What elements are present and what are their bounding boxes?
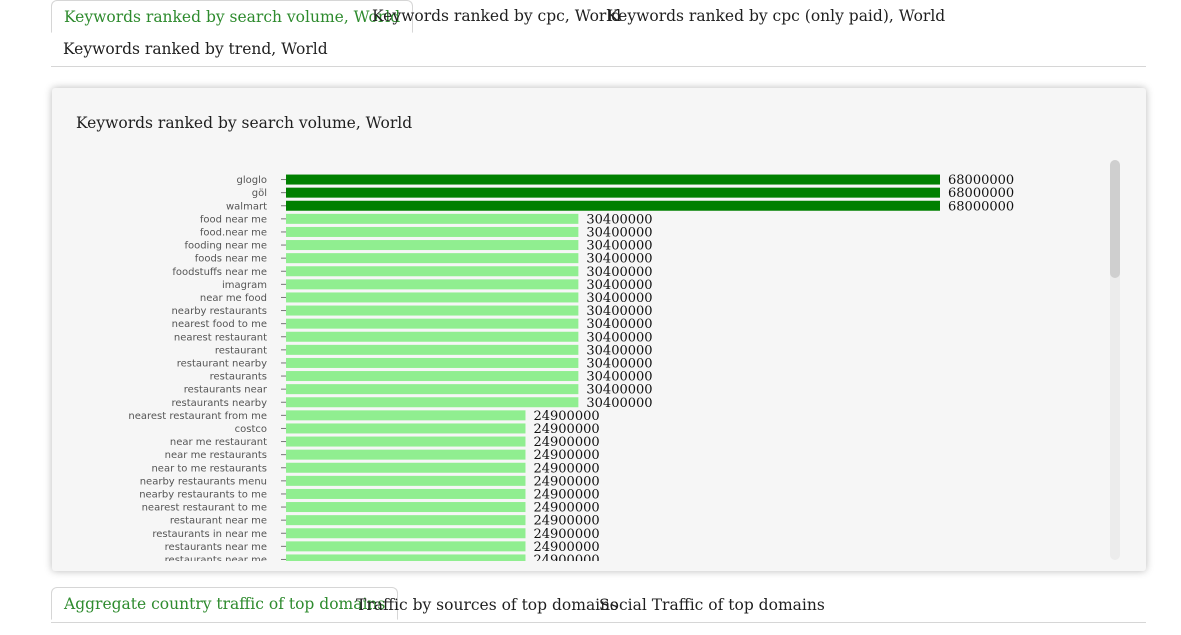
bar-category-label: restaurants near me — [165, 555, 267, 561]
chart-scrollbar[interactable] — [1110, 160, 1120, 560]
bar-category-label: costco — [235, 424, 267, 435]
bar-value-label: 68000000 — [948, 199, 1014, 214]
bar[interactable] — [286, 240, 579, 251]
bar[interactable] — [286, 554, 526, 561]
bar[interactable] — [286, 384, 579, 395]
bar-category-label: restaurant nearby — [177, 358, 267, 369]
tab-trend[interactable]: Keywords ranked by trend, World — [51, 33, 340, 66]
bar-category-label: food near me — [200, 214, 267, 225]
bar-category-label: foodstuffs near me — [172, 267, 267, 278]
bar[interactable] — [286, 423, 526, 434]
bar[interactable] — [286, 266, 579, 277]
bar[interactable] — [286, 410, 526, 421]
tab-search-volume[interactable]: Keywords ranked by search volume, World — [51, 0, 414, 33]
bar-category-label: gloglo — [237, 175, 268, 186]
bar-category-label: restaurants near — [184, 385, 268, 396]
bar[interactable] — [286, 436, 526, 447]
bar-category-label: near me restaurants — [165, 450, 267, 461]
bar-category-label: nearest restaurant from me — [128, 411, 267, 422]
bar[interactable] — [286, 331, 579, 342]
bar-category-label: restaurants nearby — [171, 398, 267, 409]
bar-chart: gloglo 68000000göl 68000000walmart 68000000… — [128, 173, 1014, 561]
bar[interactable] — [286, 449, 526, 460]
card-title: Keywords ranked by search volume, World — [76, 114, 413, 132]
bar-category-label: nearest food to me — [172, 319, 267, 330]
bar-category-label: göl — [252, 188, 267, 199]
bar-category-label: fooding near me — [184, 241, 267, 252]
bar[interactable] — [286, 462, 526, 473]
bar-category-label: foods near me — [195, 254, 267, 265]
bar[interactable] — [286, 318, 579, 329]
bar-category-label: nearby restaurants — [171, 306, 267, 317]
bar[interactable] — [286, 200, 940, 211]
bar[interactable] — [286, 344, 579, 355]
bar-category-label: near to me restaurants — [151, 463, 267, 474]
chart-viewport[interactable]: gloglo 68000000 göl 68000000 walmart 68000000… — [52, 158, 1112, 561]
bar[interactable] — [286, 488, 526, 499]
bar-category-label: restaurant — [215, 345, 267, 356]
bar-category-label: nearest restaurant to me — [142, 503, 267, 514]
bar-category-label: food.near me — [200, 227, 267, 238]
bar[interactable] — [286, 279, 579, 290]
bar-category-label: nearest restaurant — [174, 332, 267, 343]
bar[interactable] — [286, 292, 579, 303]
bar[interactable] — [286, 357, 579, 368]
bar[interactable] — [286, 226, 579, 237]
bar-category-label: walmart — [226, 201, 267, 212]
bar[interactable] — [286, 528, 526, 539]
tab-social-traffic[interactable]: Social Traffic of top domains — [587, 589, 837, 622]
bar[interactable] — [286, 397, 579, 408]
bar-category-label: imagram — [222, 280, 267, 291]
bar-category-label: near me restaurant — [170, 437, 267, 448]
bar[interactable] — [286, 253, 579, 264]
bar-category-label: restaurant near me — [170, 516, 267, 527]
tab-cpc-paid[interactable]: Keywords ranked by cpc (only paid), Worl… — [595, 0, 957, 33]
bar[interactable] — [286, 305, 579, 316]
bar-category-label: restaurants in near me — [152, 529, 267, 540]
scrollbar-thumb[interactable] — [1110, 160, 1120, 278]
bar-value-label: 24900000 — [533, 553, 599, 561]
bar-category-label: restaurants near me — [165, 542, 267, 553]
tab-cpc[interactable]: Keywords ranked by cpc, World — [360, 0, 633, 33]
bar[interactable] — [286, 187, 940, 198]
bottom-tab-bar: Aggregate country traffic of top domains… — [51, 587, 1146, 623]
bar[interactable] — [286, 515, 526, 526]
bar-category-label: nearby restaurants menu — [140, 476, 267, 487]
bar[interactable] — [286, 541, 526, 552]
bar[interactable] — [286, 213, 579, 224]
bar[interactable] — [286, 475, 526, 486]
bar-category-label: nearby restaurants to me — [139, 489, 267, 500]
chart-card: Keywords ranked by search volume, World … — [52, 88, 1146, 571]
bar-category-label: near me food — [200, 293, 267, 304]
bar-category-label: restaurants — [210, 372, 267, 383]
top-tab-bar: Keywords ranked by search volume, World … — [51, 0, 1146, 67]
bar[interactable] — [286, 371, 579, 382]
bar[interactable] — [286, 174, 940, 185]
bar[interactable] — [286, 502, 526, 513]
